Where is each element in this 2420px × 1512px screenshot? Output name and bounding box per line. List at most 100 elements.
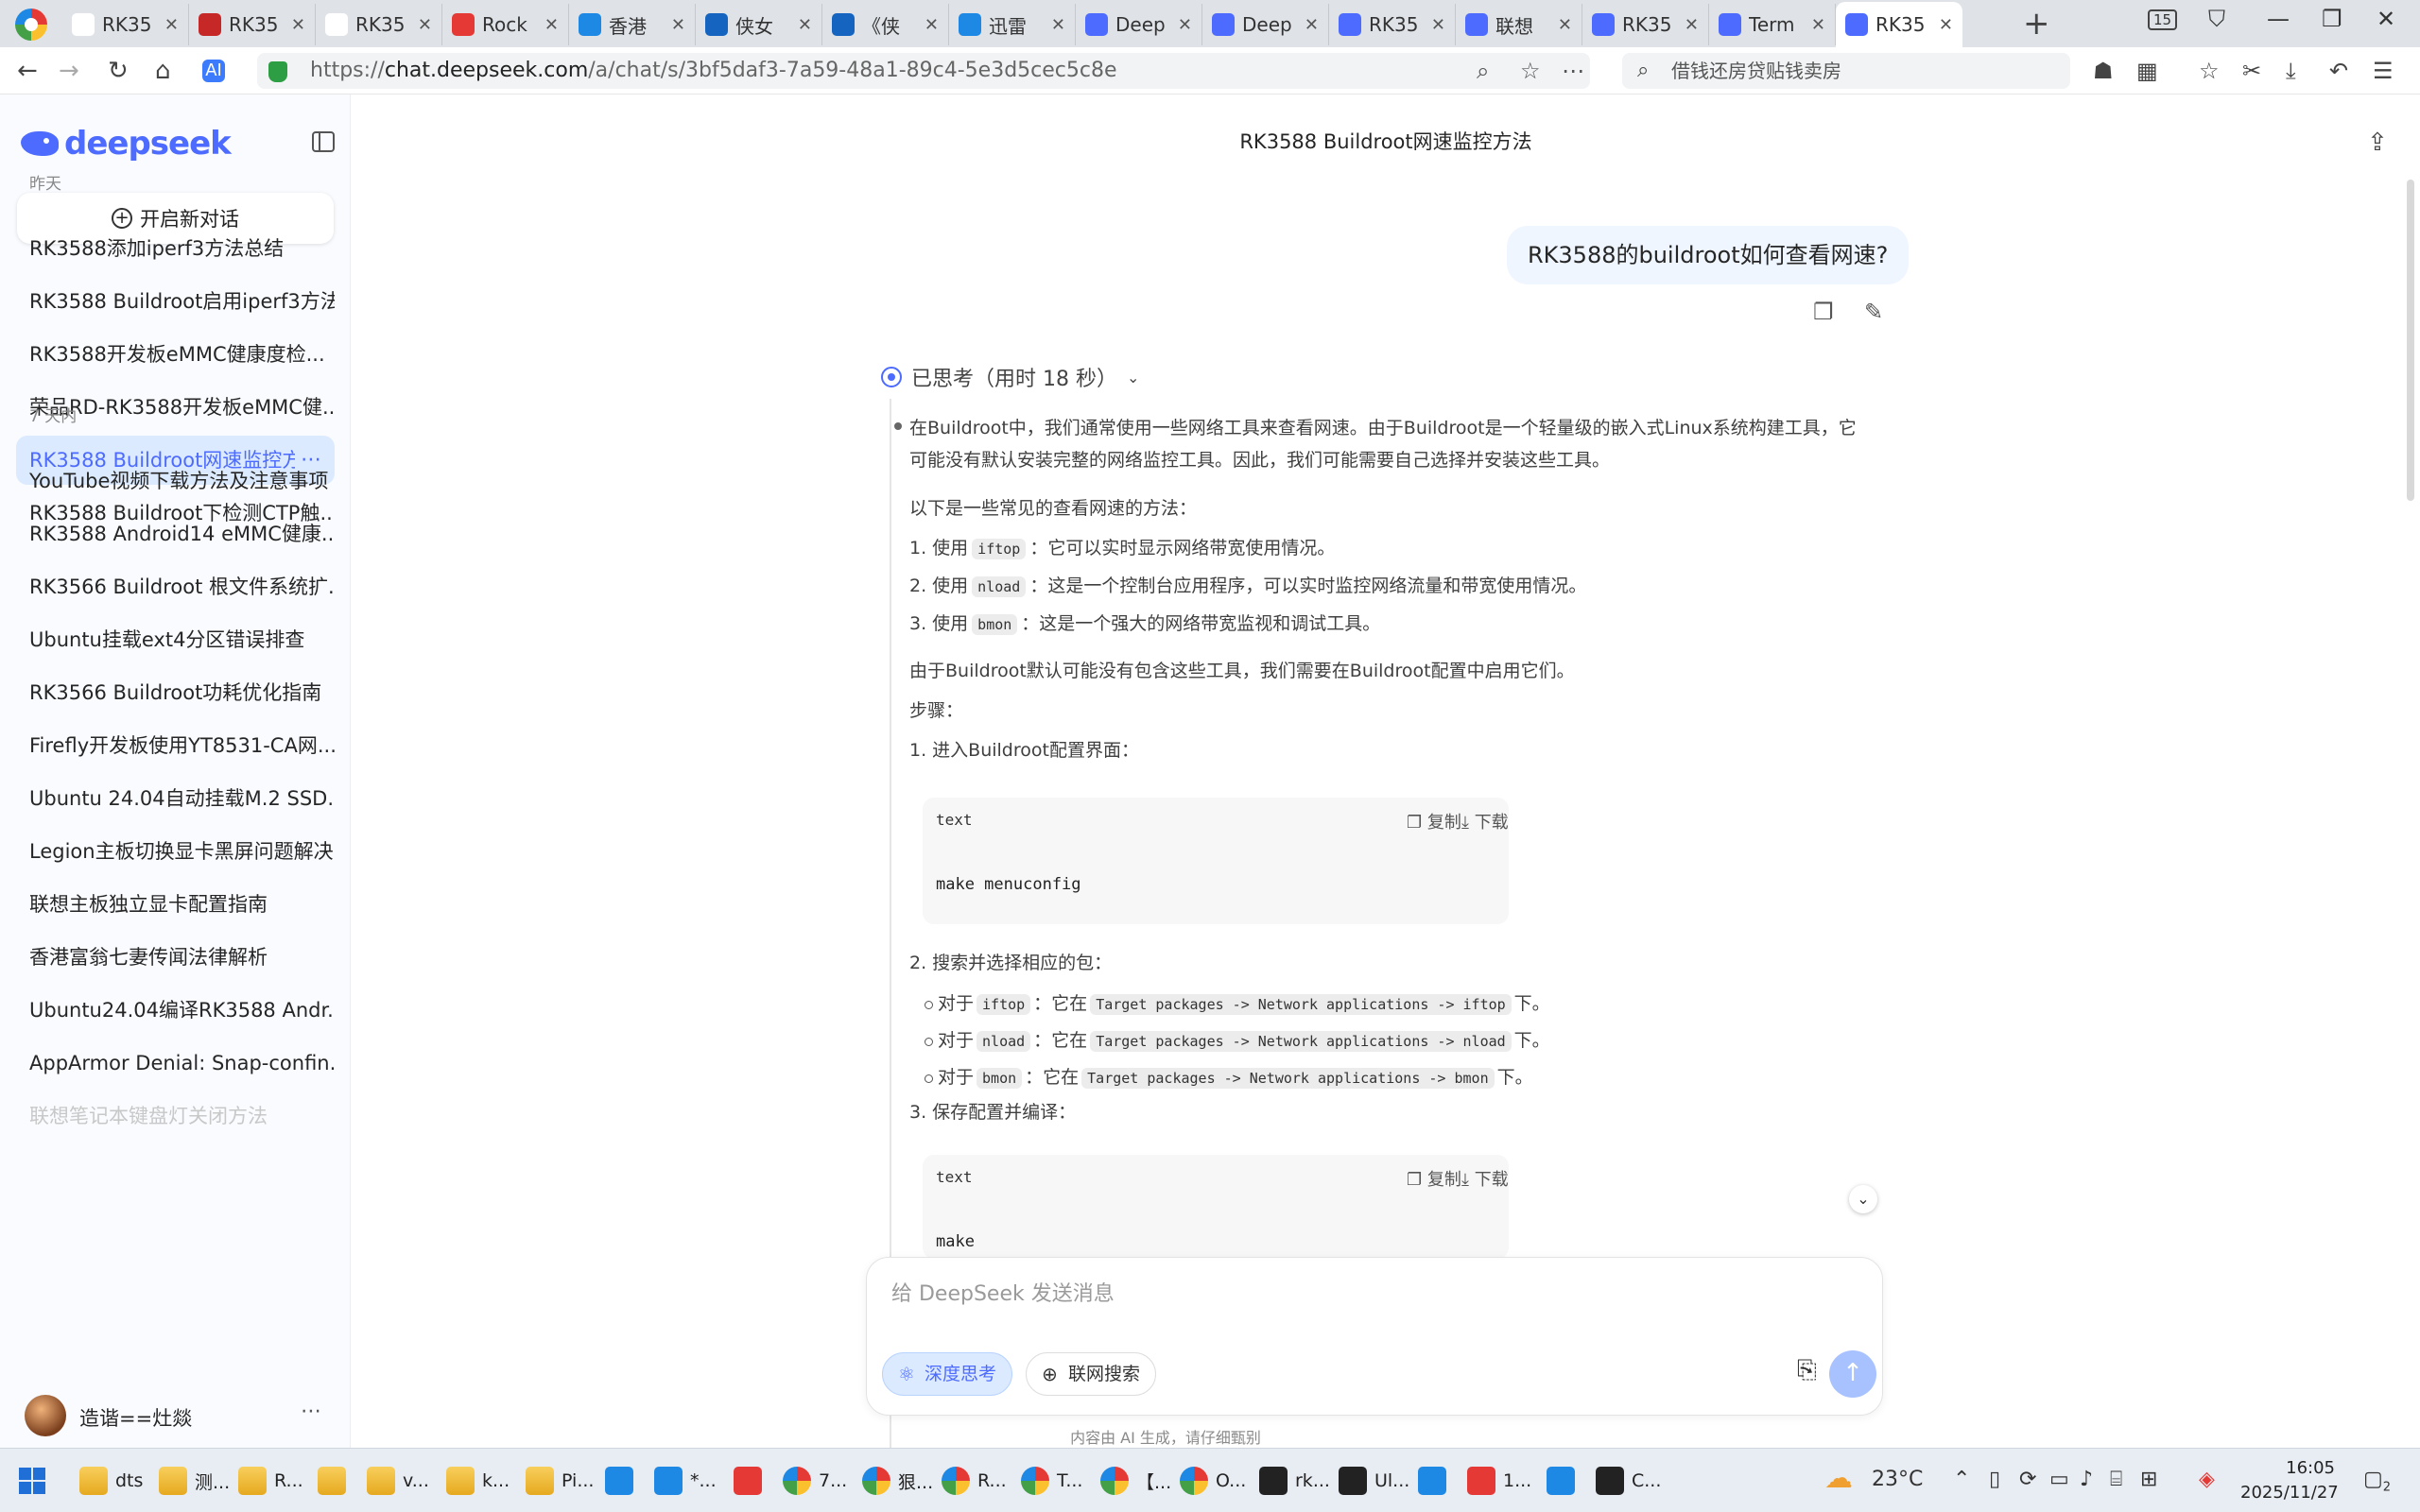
taskbar-app[interactable]: T... — [1021, 1462, 1082, 1500]
sidebar-history-item[interactable]: RK3566 Buildroot 根文件系统扩... — [16, 562, 335, 611]
taskbar-app[interactable]: Ul... — [1339, 1462, 1409, 1500]
taskbar-app[interactable] — [318, 1462, 354, 1500]
send-button[interactable]: ↑ — [1829, 1350, 1876, 1398]
browser-tab[interactable]: Rock ✕ — [442, 4, 569, 45]
input-method-icon[interactable]: ⊞ — [2140, 1468, 2157, 1491]
sidebar-history-item[interactable]: RK3588添加iperf3方法总结 — [16, 224, 335, 273]
sidebar-history-item[interactable]: 联想主板独立显卡配置指南 — [16, 880, 335, 929]
screenshot-icon[interactable]: ✂ — [2242, 58, 2261, 84]
copy-message-icon[interactable]: ❐ — [1813, 299, 1834, 325]
attach-icon[interactable]: ⎘ — [1797, 1356, 1817, 1385]
taskbar-app[interactable] — [1547, 1462, 1582, 1500]
edit-message-icon[interactable]: ✎ — [1864, 299, 1883, 325]
close-window-button[interactable]: ✕ — [2377, 6, 2395, 32]
ai-icon[interactable]: AI — [202, 60, 225, 82]
taskbar-app[interactable]: C... — [1596, 1462, 1661, 1500]
browser-tab[interactable]: RK35 ✕ — [1836, 2, 1962, 47]
browser-tab[interactable]: 侠女 ✕ — [696, 4, 822, 45]
tab-close-icon[interactable]: ✕ — [1431, 15, 1445, 35]
home-icon[interactable]: ⌂ — [155, 58, 171, 84]
sidebar-history-item[interactable]: Ubuntu挂载ext4分区错误排查 — [16, 615, 335, 664]
browser-tab[interactable]: Deep ✕ — [1202, 4, 1329, 45]
browser-tab[interactable]: RK35 ✕ — [316, 4, 442, 45]
browser-tab[interactable]: 《侠 ✕ — [822, 4, 949, 45]
sidebar-history-item[interactable]: RK3566 Buildroot功耗优化指南 — [16, 668, 335, 717]
tab-close-icon[interactable]: ✕ — [164, 15, 179, 35]
taskbar-app[interactable]: rk... — [1259, 1462, 1330, 1500]
browser-tab[interactable]: Term ✕ — [1709, 4, 1836, 45]
new-tab-button[interactable]: + — [2023, 8, 2050, 40]
usb-icon[interactable]: ▯ — [1989, 1468, 2000, 1491]
restore-button[interactable]: ❐ — [2322, 6, 2342, 32]
volume-icon[interactable]: ♪ — [2080, 1468, 2093, 1491]
clock[interactable]: 16:05 2025/11/27 — [2240, 1456, 2339, 1505]
tab-count-badge[interactable]: 15 — [2148, 9, 2178, 30]
taskbar-app[interactable]: R... — [942, 1462, 1007, 1500]
thinking-toggle[interactable]: 已思考（用时 18 秒） ⌄ — [881, 362, 1139, 392]
sidebar-history-item[interactable]: RK3588开发板eMMC健康度检... — [16, 330, 335, 379]
collapse-sidebar-icon[interactable] — [312, 131, 335, 152]
tab-close-icon[interactable]: ✕ — [798, 15, 812, 35]
undo-icon[interactable]: ↶ — [2329, 58, 2348, 84]
tab-close-icon[interactable]: ✕ — [544, 15, 559, 35]
tab-close-icon[interactable]: ✕ — [1305, 15, 1319, 35]
windows-start-icon[interactable] — [19, 1468, 45, 1494]
browser-tab[interactable]: 迅雷 ✕ — [949, 4, 1076, 45]
sidebar-history-item[interactable]: RK3588 Android14 eMMC健康... — [16, 509, 335, 558]
bookmark-star-icon[interactable]: ☆ — [1520, 53, 1541, 89]
taskbar-app[interactable]: v... — [367, 1462, 429, 1500]
sidebar-history-item[interactable]: Ubuntu 24.04自动挂载M.2 SSD... — [16, 774, 335, 823]
sidebar-history-item[interactable]: YouTube视频下载方法及注意事项 — [16, 456, 335, 506]
display-icon[interactable]: ▭ — [2049, 1468, 2069, 1491]
tab-close-icon[interactable]: ✕ — [418, 15, 432, 35]
scroll-to-bottom-button[interactable]: ⌄ — [1849, 1185, 1877, 1213]
browser-tab[interactable]: RK35 ✕ — [62, 4, 189, 45]
taskbar-app[interactable]: Pi... — [526, 1462, 594, 1500]
browser-logo-icon[interactable] — [15, 9, 47, 41]
tab-close-icon[interactable]: ✕ — [671, 15, 685, 35]
taskbar-app[interactable]: R... — [238, 1462, 303, 1500]
weather-icon[interactable]: ☁ — [1824, 1462, 1853, 1495]
browser-tab[interactable]: RK35 ✕ — [1582, 4, 1709, 45]
web-search-button[interactable]: ⊕ 联网搜索 — [1026, 1352, 1157, 1396]
weather-temp[interactable]: 23°C — [1872, 1468, 1923, 1491]
tab-close-icon[interactable]: ✕ — [1178, 15, 1192, 35]
favorites-icon[interactable]: ☆ — [2199, 58, 2220, 84]
deep-think-button[interactable]: ⚛ 深度思考 — [882, 1352, 1013, 1396]
sidebar-history-item[interactable]: 联想笔记本键盘灯关闭方法 — [16, 1091, 335, 1141]
share-icon[interactable]: ⇪ — [2367, 129, 2388, 157]
notification-icon[interactable]: ▢2 — [2363, 1468, 2391, 1494]
more-options-icon[interactable]: ⋯ — [1562, 53, 1584, 89]
browser-tab[interactable]: Deep ✕ — [1076, 4, 1202, 45]
taskbar-app[interactable]: *... — [654, 1462, 717, 1500]
tab-close-icon[interactable]: ✕ — [1051, 15, 1065, 35]
copy-code-button[interactable]: ❐ 复制 — [1407, 1166, 1461, 1191]
taskbar-app[interactable]: 1... — [1467, 1462, 1531, 1500]
taskbar-app[interactable]: k... — [446, 1462, 510, 1500]
extension-icon[interactable]: ☗ — [2093, 58, 2114, 84]
taskbar-app[interactable]: 测... — [159, 1462, 230, 1500]
forward-icon[interactable]: → — [59, 58, 79, 84]
download-code-button[interactable]: ⤓ 下载 — [1461, 809, 1509, 833]
tab-close-icon[interactable]: ✕ — [1558, 15, 1572, 35]
sidebar-history-item[interactable]: Legion主板切换显卡黑屏问题解决 — [16, 827, 335, 876]
tab-close-icon[interactable]: ✕ — [1939, 15, 1953, 35]
browser-tab[interactable]: RK35 ✕ — [189, 4, 316, 45]
taskbar-app[interactable]: dts — [79, 1462, 143, 1500]
sidebar-history-item[interactable]: 香港富翁七妻传闻法律解析 — [16, 933, 335, 982]
network-icon[interactable]: ⌸ — [2110, 1468, 2122, 1491]
taskbar-app[interactable] — [1418, 1462, 1454, 1500]
sidebar-history-item[interactable]: Ubuntu24.04编译RK3588 Andr... — [16, 986, 335, 1035]
browser-search-box[interactable]: ⌕ 借钱还房贷贴钱卖房 — [1622, 53, 2070, 89]
apps-grid-icon[interactable]: ▦ — [2136, 58, 2158, 84]
sidebar-history-item[interactable]: RK3588 Buildroot启用iperf3方法 — [16, 277, 335, 326]
tray-expand-icon[interactable]: ⌃ — [1953, 1468, 1970, 1491]
app-tray-icon[interactable]: ◈ — [2199, 1468, 2215, 1491]
sidebar-history-item[interactable]: AppArmor Denial: Snap-confin... — [16, 1039, 335, 1088]
reload-icon[interactable]: ↻ — [108, 58, 129, 84]
zoom-search-icon[interactable]: ⌕ — [1477, 53, 1489, 89]
taskbar-app[interactable] — [605, 1462, 641, 1500]
scrollbar[interactable] — [2407, 180, 2414, 501]
tab-close-icon[interactable]: ✕ — [1685, 15, 1699, 35]
skin-icon[interactable]: ⛉ — [2208, 6, 2225, 32]
